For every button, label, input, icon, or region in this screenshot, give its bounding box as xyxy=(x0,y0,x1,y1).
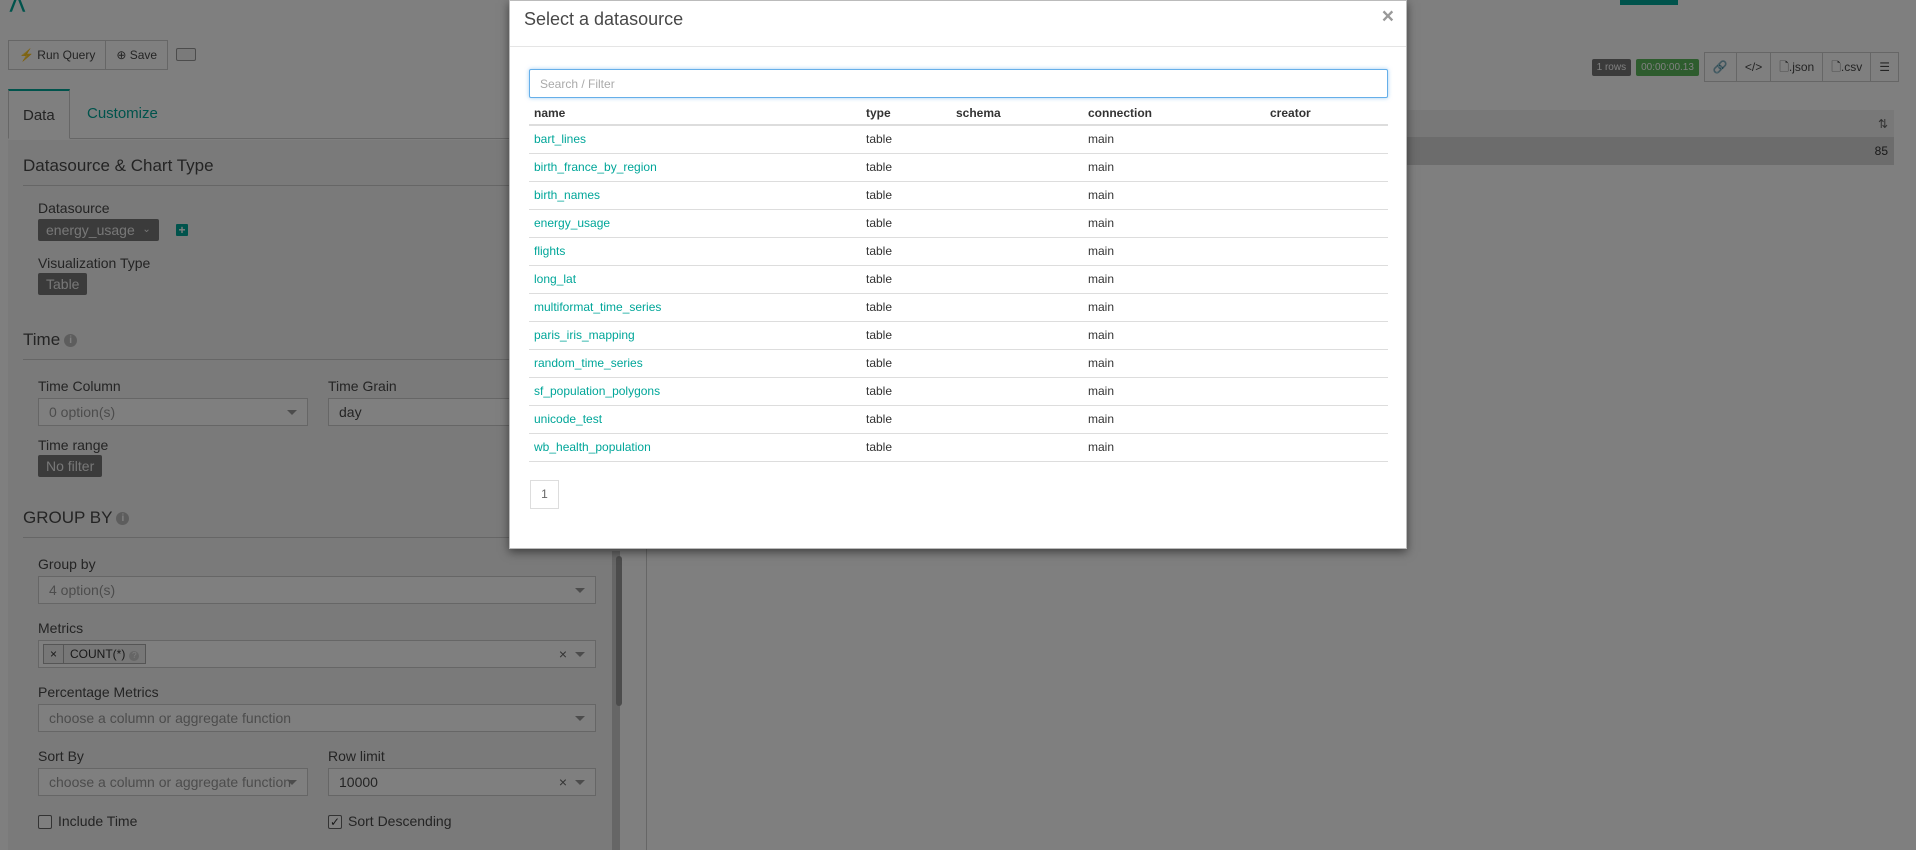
cell-schema xyxy=(951,405,1083,434)
table-row[interactable]: wb_health_population table main xyxy=(529,433,1388,462)
table-row[interactable]: birth_names table main xyxy=(529,181,1388,210)
cell-connection: main xyxy=(1083,237,1265,266)
table-row[interactable]: unicode_test table main xyxy=(529,405,1388,434)
table-row[interactable]: random_time_series table main xyxy=(529,349,1388,378)
cell-connection: main xyxy=(1083,265,1265,294)
cell-creator xyxy=(1265,265,1388,294)
column-header-creator[interactable]: creator xyxy=(1265,101,1388,126)
table-row[interactable]: bart_lines table main xyxy=(529,125,1388,154)
column-header-connection[interactable]: connection xyxy=(1083,101,1265,126)
pagination-page-1[interactable]: 1 xyxy=(530,480,559,509)
cell-schema xyxy=(951,293,1083,322)
cell-type: table xyxy=(861,293,951,322)
cell-type: table xyxy=(861,153,951,182)
table-row[interactable]: birth_france_by_region table main xyxy=(529,153,1388,182)
datasource-table: name type schema connection creator bart… xyxy=(529,101,1388,462)
cell-schema xyxy=(951,433,1083,462)
cell-type: table xyxy=(861,377,951,406)
cell-creator xyxy=(1265,153,1388,182)
datasource-table-body: bart_lines table main birth_france_by_regio… xyxy=(529,125,1388,462)
cell-type: table xyxy=(861,209,951,238)
select-datasource-modal: Select a datasource × name type schema c… xyxy=(509,0,1407,549)
cell-name[interactable]: flights xyxy=(529,237,861,266)
cell-name[interactable]: birth_names xyxy=(529,181,861,210)
cell-type: table xyxy=(861,265,951,294)
cell-schema xyxy=(951,237,1083,266)
cell-type: table xyxy=(861,237,951,266)
cell-connection: main xyxy=(1083,405,1265,434)
close-icon[interactable]: × xyxy=(1382,5,1394,29)
table-row[interactable]: energy_usage table main xyxy=(529,209,1388,238)
cell-name[interactable]: energy_usage xyxy=(529,209,861,238)
table-header-row: name type schema connection creator xyxy=(529,101,1388,126)
cell-creator xyxy=(1265,321,1388,350)
search-input[interactable] xyxy=(529,69,1388,98)
cell-schema xyxy=(951,153,1083,182)
cell-schema xyxy=(951,321,1083,350)
cell-connection: main xyxy=(1083,125,1265,154)
cell-creator xyxy=(1265,209,1388,238)
cell-connection: main xyxy=(1083,321,1265,350)
cell-name[interactable]: wb_health_population xyxy=(529,433,861,462)
cell-connection: main xyxy=(1083,433,1265,462)
cell-type: table xyxy=(861,181,951,210)
cell-creator xyxy=(1265,237,1388,266)
cell-name[interactable]: paris_iris_mapping xyxy=(529,321,861,350)
column-header-name[interactable]: name xyxy=(529,101,861,126)
table-row[interactable]: flights table main xyxy=(529,237,1388,266)
cell-creator xyxy=(1265,377,1388,406)
cell-creator xyxy=(1265,125,1388,154)
cell-schema xyxy=(951,209,1083,238)
cell-type: table xyxy=(861,349,951,378)
cell-connection: main xyxy=(1083,181,1265,210)
column-header-type[interactable]: type xyxy=(861,101,951,126)
modal-header: Select a datasource × xyxy=(510,1,1406,47)
cell-creator xyxy=(1265,349,1388,378)
cell-name[interactable]: long_lat xyxy=(529,265,861,294)
cell-connection: main xyxy=(1083,377,1265,406)
modal-title: Select a datasource xyxy=(524,9,684,29)
cell-connection: main xyxy=(1083,209,1265,238)
cell-creator xyxy=(1265,293,1388,322)
cell-name[interactable]: unicode_test xyxy=(529,405,861,434)
cell-name[interactable]: random_time_series xyxy=(529,349,861,378)
cell-schema xyxy=(951,349,1083,378)
cell-type: table xyxy=(861,125,951,154)
cell-connection: main xyxy=(1083,349,1265,378)
cell-type: table xyxy=(861,405,951,434)
cell-name[interactable]: sf_population_polygons xyxy=(529,377,861,406)
table-row[interactable]: long_lat table main xyxy=(529,265,1388,294)
cell-type: table xyxy=(861,433,951,462)
table-row[interactable]: sf_population_polygons table main xyxy=(529,377,1388,406)
cell-name[interactable]: bart_lines xyxy=(529,125,861,154)
cell-schema xyxy=(951,181,1083,210)
cell-schema xyxy=(951,377,1083,406)
cell-schema xyxy=(951,265,1083,294)
table-row[interactable]: multiformat_time_series table main xyxy=(529,293,1388,322)
cell-creator xyxy=(1265,181,1388,210)
column-header-schema[interactable]: schema xyxy=(951,101,1083,126)
cell-connection: main xyxy=(1083,153,1265,182)
cell-creator xyxy=(1265,433,1388,462)
cell-creator xyxy=(1265,405,1388,434)
cell-name[interactable]: birth_france_by_region xyxy=(529,153,861,182)
table-row[interactable]: paris_iris_mapping table main xyxy=(529,321,1388,350)
cell-type: table xyxy=(861,321,951,350)
cell-connection: main xyxy=(1083,293,1265,322)
cell-schema xyxy=(951,125,1083,154)
cell-name[interactable]: multiformat_time_series xyxy=(529,293,861,322)
